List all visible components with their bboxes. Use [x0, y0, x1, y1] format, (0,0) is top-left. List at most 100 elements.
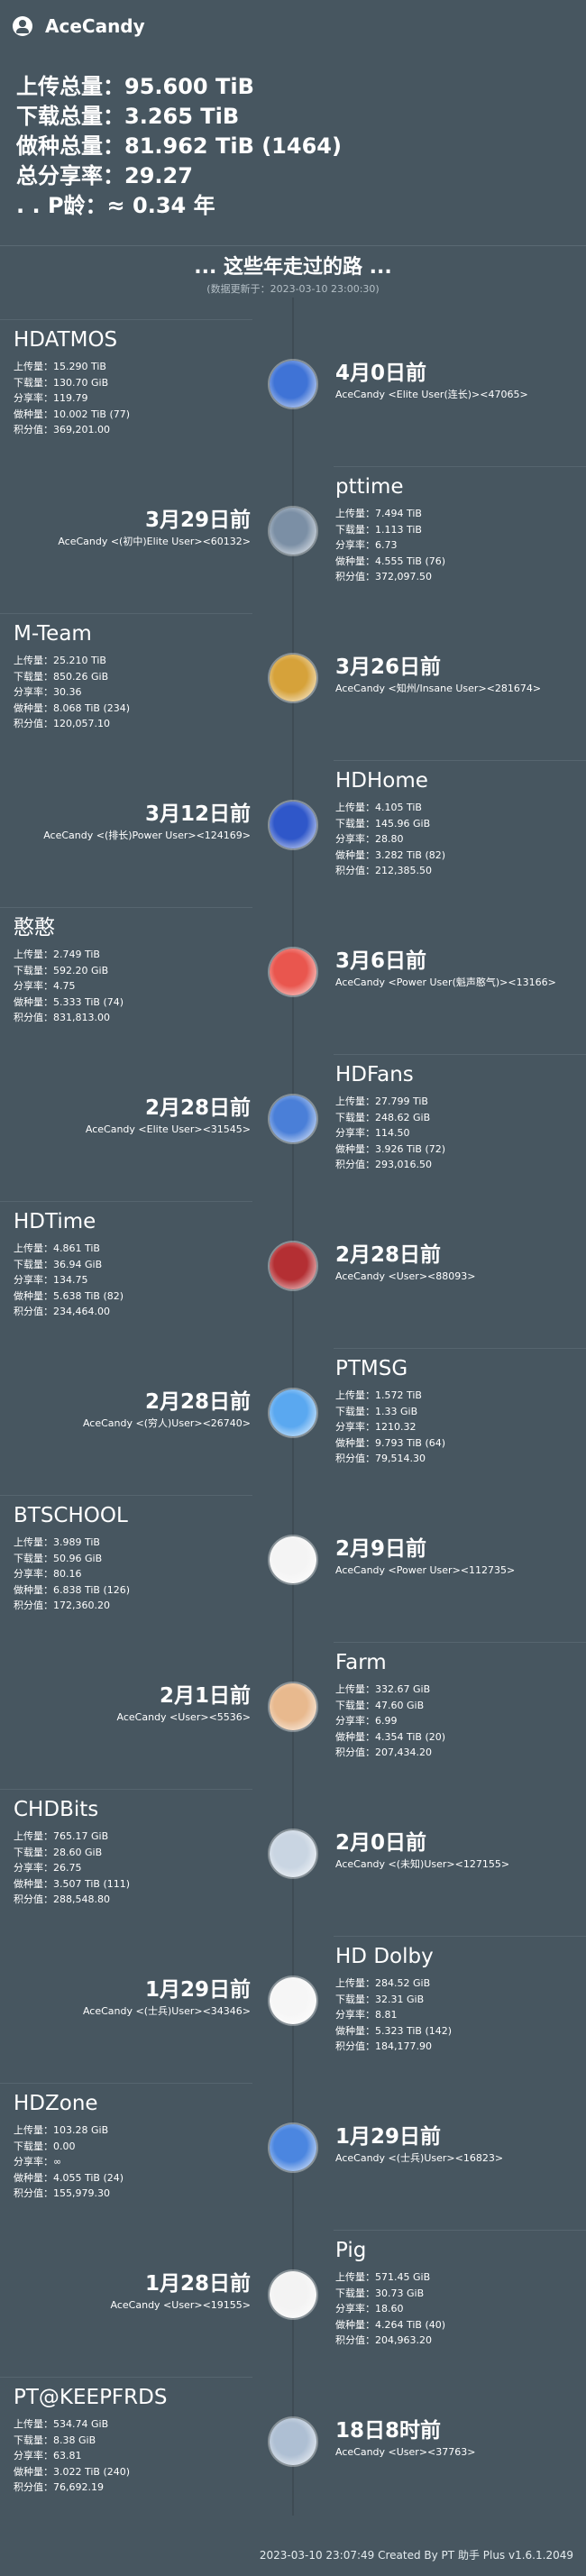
journey-title: ... 这些年走过的路 ...: [194, 256, 392, 279]
site-upload: 上传量：15.290 TiB: [14, 361, 106, 372]
join-info: 2月9日前 AceCandy <Power User><112735>: [335, 1536, 586, 1579]
site-seeding: 做种量：3.507 TiB (111): [14, 1877, 131, 1890]
site-bonus: 积分值：184,177.90: [335, 2040, 432, 2052]
user-class: AceCandy <(士兵)User><16823>: [335, 2152, 504, 2164]
site-avatar: [270, 2418, 316, 2465]
site-ratio: 分享率：119.79: [14, 392, 88, 404]
site-download: 下载量：850.26 GiB: [14, 670, 109, 683]
header-divider: [0, 245, 586, 246]
join-date: 3月29日前: [144, 509, 251, 532]
site-name[interactable]: 憨憨: [14, 914, 264, 941]
site-name[interactable]: HDZone: [14, 2090, 264, 2117]
site-avatar: [270, 361, 316, 408]
row-separator: [334, 1936, 586, 1937]
site-upload: 上传量：765.17 GiB: [14, 1830, 109, 1842]
site-avatar: [270, 1242, 316, 1289]
user-class: AceCandy <Power User(魁声憨气)><13166>: [335, 976, 556, 988]
site-download: 下载量：50.96 GiB: [14, 1552, 103, 1564]
site-name[interactable]: HDATMOS: [14, 326, 264, 353]
site-ratio: 分享率：26.75: [14, 1862, 82, 1874]
site-name[interactable]: Farm: [335, 1649, 586, 1676]
user-class: AceCandy <(未知)User><127155>: [335, 1858, 510, 1870]
join-info: 4月0日前 AceCandy <Elite User(连长)><47065>: [335, 360, 586, 403]
site-name[interactable]: HDHome: [335, 767, 586, 794]
row-separator: [334, 466, 586, 467]
site-seeding: 做种量：4.264 TiB (40): [335, 2318, 446, 2331]
site-ratio: 分享率：18.60: [335, 2303, 404, 2315]
site-name[interactable]: CHDBits: [14, 1796, 264, 1823]
site-ratio: 分享率：∞: [14, 2156, 62, 2168]
site-upload: 上传量：103.28 GiB: [14, 2124, 109, 2136]
site-seeding: 做种量：9.793 TiB (64): [335, 1436, 446, 1449]
site-bonus: 积分值：212,385.50: [335, 865, 432, 876]
site-name[interactable]: M-Team: [14, 620, 264, 647]
site-name[interactable]: PT@KEEPFRDS: [14, 2384, 264, 2411]
row-separator: [0, 2083, 252, 2084]
user-class: AceCandy <User><5536>: [116, 1711, 251, 1723]
username: AceCandy: [45, 15, 145, 37]
user-class: AceCandy <(排长)Power User><124169>: [43, 830, 251, 841]
join-date: 2月28日前: [144, 1390, 251, 1414]
join-date: 2月1日前: [159, 1684, 251, 1708]
site-download: 下载量：47.60 GiB: [335, 1699, 425, 1711]
site-upload: 上传量：534.74 GiB: [14, 2418, 109, 2430]
row-separator: [0, 1201, 252, 1202]
site-stats-card: HDFans 上传量：27.799 TiB 下载量：248.62 GiB 分享率：11…: [335, 1061, 586, 1173]
site-stats-card: HDTime 上传量：4.861 TiB 下载量：36.94 GiB 分享率：134.…: [14, 1208, 264, 1320]
join-date: 2月0日前: [335, 1831, 427, 1855]
site-name[interactable]: BTSCHOOL: [14, 1502, 264, 1529]
site-bonus: 积分值：120,057.10: [14, 718, 110, 729]
site-name[interactable]: HD Dolby: [335, 1943, 586, 1970]
site-avatar: [270, 2271, 316, 2318]
site-stats-card: HDATMOS 上传量：15.290 TiB 下载量：130.70 GiB 分享率：1…: [14, 326, 264, 438]
site-name[interactable]: pttime: [335, 473, 586, 500]
site-ratio: 分享率：1210.32: [335, 1421, 417, 1433]
site-ratio: 分享率：8.81: [335, 2009, 398, 2021]
row-separator: [334, 1348, 586, 1349]
site-upload: 上传量：1.572 TiB: [335, 1389, 422, 1401]
user-class: AceCandy <(初中)Elite User><60132>: [58, 536, 251, 547]
site-upload: 上传量：7.494 TiB: [335, 508, 422, 519]
join-date: 18日8时前: [335, 2419, 442, 2443]
site-stats-card: M-Team 上传量：25.210 TiB 下载量：850.26 GiB 分享率：30…: [14, 620, 264, 732]
site-download: 下载量：1.33 GiB: [335, 1405, 418, 1417]
user-class: AceCandy <知州/Insane User><281674>: [335, 683, 542, 694]
site-avatar: [270, 508, 316, 555]
site-ratio: 分享率：114.50: [335, 1127, 410, 1139]
row-separator: [0, 1789, 252, 1790]
site-stats-card: pttime 上传量：7.494 TiB 下载量：1.113 TiB 分享率：6.73…: [335, 473, 586, 585]
site-bonus: 积分值：207,434.20: [335, 1746, 432, 1758]
site-seeding: 做种量：5.638 TiB (82): [14, 1289, 124, 1302]
site-download: 下载量：1.113 TiB: [335, 523, 422, 536]
join-date: 1月28日前: [144, 2272, 251, 2296]
site-name[interactable]: HDTime: [14, 1208, 264, 1235]
site-name[interactable]: Pig: [335, 2237, 586, 2264]
site-download: 下载量：145.96 GiB: [335, 817, 431, 830]
user-class: AceCandy <Elite User><31545>: [85, 1123, 251, 1135]
site-avatar: [270, 1830, 316, 1877]
row-separator: [334, 1054, 586, 1055]
site-ratio: 分享率：30.36: [14, 686, 82, 698]
site-ratio: 分享率：28.80: [335, 833, 404, 845]
site-name[interactable]: PTMSG: [335, 1355, 586, 1382]
site-avatar: [270, 949, 316, 995]
user-icon: [13, 16, 32, 36]
user-class: AceCandy <User><19155>: [110, 2299, 251, 2311]
join-info: 2月1日前 AceCandy <User><5536>: [0, 1682, 251, 1726]
join-date: 3月26日前: [335, 655, 442, 679]
site-ratio: 分享率：4.75: [14, 980, 76, 992]
site-ratio: 分享率：80.16: [14, 1568, 82, 1580]
row-separator: [0, 319, 252, 320]
site-seeding: 做种量：3.282 TiB (82): [335, 848, 446, 861]
join-info: 3月12日前 AceCandy <(排长)Power User><124169>: [0, 801, 251, 844]
site-avatar: [270, 1095, 316, 1142]
user-class: AceCandy <User><37763>: [335, 2446, 476, 2458]
site-seeding: 做种量：10.002 TiB (77): [14, 408, 131, 420]
join-info: 2月28日前 AceCandy <User><88093>: [335, 1242, 586, 1285]
join-date: 1月29日前: [144, 1978, 251, 2002]
site-download: 下载量：32.31 GiB: [335, 1993, 425, 2005]
row-separator: [0, 2377, 252, 2378]
site-seeding: 做种量：4.055 TiB (24): [14, 2171, 124, 2184]
site-name[interactable]: HDFans: [335, 1061, 586, 1088]
site-stats-card: HDHome 上传量：4.105 TiB 下载量：145.96 GiB 分享率：28.…: [335, 767, 586, 879]
